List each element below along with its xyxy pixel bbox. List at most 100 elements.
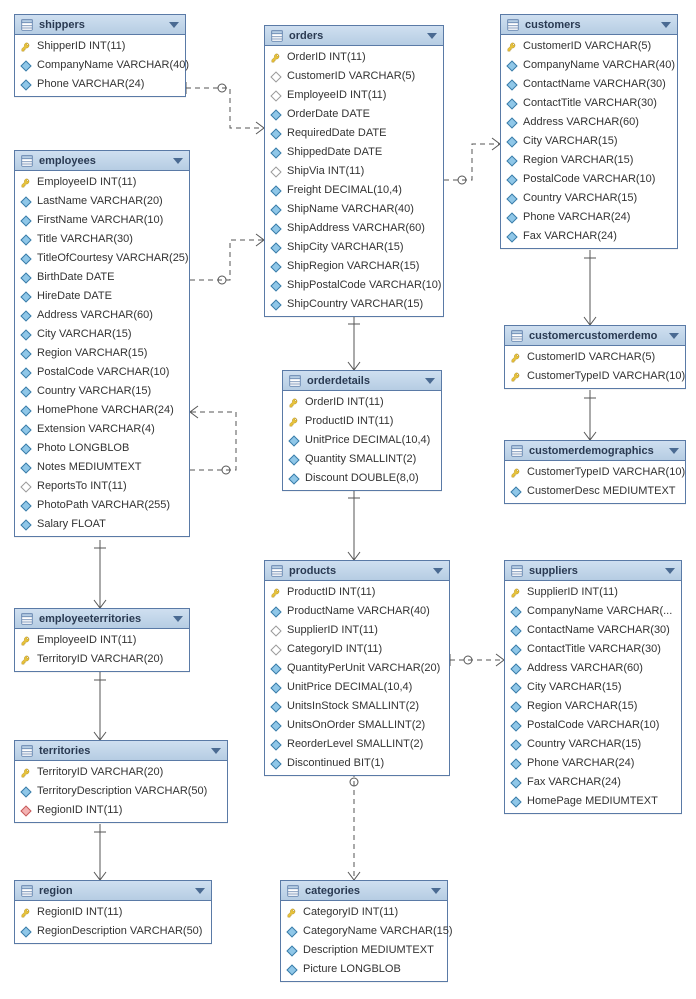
table-header[interactable]: suppliers bbox=[505, 561, 681, 581]
column-row[interactable]: ReorderLevel SMALLINT(2) bbox=[265, 735, 449, 754]
chevron-down-icon[interactable] bbox=[661, 22, 671, 28]
chevron-down-icon[interactable] bbox=[195, 888, 205, 894]
column-row[interactable]: ShippedDate DATE bbox=[265, 143, 443, 162]
column-row[interactable]: CategoryID INT(11) bbox=[281, 903, 447, 922]
column-row[interactable]: PostalCode VARCHAR(10) bbox=[501, 170, 677, 189]
table-header[interactable]: employees bbox=[15, 151, 189, 171]
column-row[interactable]: City VARCHAR(15) bbox=[501, 132, 677, 151]
column-row[interactable]: UnitPrice DECIMAL(10,4) bbox=[265, 678, 449, 697]
table-header[interactable]: region bbox=[15, 881, 211, 901]
table-orderdetails[interactable]: orderdetailsOrderID INT(11)ProductID INT… bbox=[282, 370, 442, 491]
chevron-down-icon[interactable] bbox=[425, 378, 435, 384]
column-row[interactable]: Extension VARCHAR(4) bbox=[15, 420, 189, 439]
table-suppliers[interactable]: suppliers SupplierID INT(11)CompanyName V… bbox=[504, 560, 682, 814]
column-row[interactable]: HomePhone VARCHAR(24) bbox=[15, 401, 189, 420]
column-row[interactable]: CategoryID INT(11) bbox=[265, 640, 449, 659]
column-row[interactable]: SupplierID INT(11) bbox=[505, 583, 681, 602]
column-row[interactable]: TerritoryDescription VARCHAR(50) bbox=[15, 782, 227, 801]
column-row[interactable]: PostalCode VARCHAR(10) bbox=[15, 363, 189, 382]
column-row[interactable]: ShipCity VARCHAR(15) bbox=[265, 238, 443, 257]
column-row[interactable]: Quantity SMALLINT(2) bbox=[283, 450, 441, 469]
column-row[interactable]: Fax VARCHAR(24) bbox=[505, 773, 681, 792]
column-row[interactable]: ShipRegion VARCHAR(15) bbox=[265, 257, 443, 276]
column-row[interactable]: Discontinued BIT(1) bbox=[265, 754, 449, 773]
column-row[interactable]: TerritoryID VARCHAR(20) bbox=[15, 763, 227, 782]
column-row[interactable]: Country VARCHAR(15) bbox=[505, 735, 681, 754]
column-row[interactable]: CategoryName VARCHAR(15) bbox=[281, 922, 447, 941]
column-row[interactable]: ShipCountry VARCHAR(15) bbox=[265, 295, 443, 314]
column-row[interactable]: Address VARCHAR(60) bbox=[505, 659, 681, 678]
column-row[interactable]: Address VARCHAR(60) bbox=[15, 306, 189, 325]
table-categories[interactable]: categories CategoryID INT(11)CategoryName… bbox=[280, 880, 448, 982]
column-row[interactable]: UnitsOnOrder SMALLINT(2) bbox=[265, 716, 449, 735]
column-row[interactable]: UnitPrice DECIMAL(10,4) bbox=[283, 431, 441, 450]
column-row[interactable]: Picture LONGBLOB bbox=[281, 960, 447, 979]
column-row[interactable]: RegionID INT(11) bbox=[15, 903, 211, 922]
table-header[interactable]: territories bbox=[15, 741, 227, 761]
column-row[interactable]: CompanyName VARCHAR(40) bbox=[501, 56, 677, 75]
chevron-down-icon[interactable] bbox=[427, 33, 437, 39]
chevron-down-icon[interactable] bbox=[669, 333, 679, 339]
column-row[interactable]: ShipPostalCode VARCHAR(10) bbox=[265, 276, 443, 295]
column-row[interactable]: ShipAddress VARCHAR(60) bbox=[265, 219, 443, 238]
table-header[interactable]: categories bbox=[281, 881, 447, 901]
table-region[interactable]: region RegionID INT(11)RegionDescription … bbox=[14, 880, 212, 944]
column-row[interactable]: SupplierID INT(11) bbox=[265, 621, 449, 640]
column-row[interactable]: PostalCode VARCHAR(10) bbox=[505, 716, 681, 735]
column-row[interactable]: Freight DECIMAL(10,4) bbox=[265, 181, 443, 200]
column-row[interactable]: ContactTitle VARCHAR(30) bbox=[505, 640, 681, 659]
column-row[interactable]: Phone VARCHAR(24) bbox=[501, 208, 677, 227]
column-row[interactable]: City VARCHAR(15) bbox=[505, 678, 681, 697]
column-row[interactable]: ShipName VARCHAR(40) bbox=[265, 200, 443, 219]
column-row[interactable]: Region VARCHAR(15) bbox=[505, 697, 681, 716]
column-row[interactable]: Region VARCHAR(15) bbox=[501, 151, 677, 170]
column-row[interactable]: Country VARCHAR(15) bbox=[15, 382, 189, 401]
table-customers[interactable]: customers CustomerID VARCHAR(5)CompanyNam… bbox=[500, 14, 678, 249]
chevron-down-icon[interactable] bbox=[173, 158, 183, 164]
column-row[interactable]: Title VARCHAR(30) bbox=[15, 230, 189, 249]
column-row[interactable]: RegionID INT(11) bbox=[15, 801, 227, 820]
column-row[interactable]: ProductID INT(11) bbox=[283, 412, 441, 431]
table-header[interactable]: products bbox=[265, 561, 449, 581]
column-row[interactable]: FirstName VARCHAR(10) bbox=[15, 211, 189, 230]
column-row[interactable]: ShipperID INT(11) bbox=[15, 37, 185, 56]
column-row[interactable]: CustomerID VARCHAR(5) bbox=[265, 67, 443, 86]
column-row[interactable]: CompanyName VARCHAR(... bbox=[505, 602, 681, 621]
column-row[interactable]: HomePage MEDIUMTEXT bbox=[505, 792, 681, 811]
chevron-down-icon[interactable] bbox=[431, 888, 441, 894]
column-row[interactable]: EmployeeID INT(11) bbox=[265, 86, 443, 105]
column-row[interactable]: RegionDescription VARCHAR(50) bbox=[15, 922, 211, 941]
column-row[interactable]: ContactTitle VARCHAR(30) bbox=[501, 94, 677, 113]
column-row[interactable]: Address VARCHAR(60) bbox=[501, 113, 677, 132]
column-row[interactable]: Salary FLOAT bbox=[15, 515, 189, 534]
chevron-down-icon[interactable] bbox=[211, 748, 221, 754]
column-row[interactable]: CustomerTypeID VARCHAR(10) bbox=[505, 463, 685, 482]
table-customerdemographics[interactable]: customerdemographicsCustomerTypeID VARCH… bbox=[504, 440, 686, 504]
table-products[interactable]: productsProductID INT(11)ProductName VAR… bbox=[264, 560, 450, 776]
column-row[interactable]: BirthDate DATE bbox=[15, 268, 189, 287]
column-row[interactable]: ReportsTo INT(11) bbox=[15, 477, 189, 496]
table-shippers[interactable]: shippersShipperID INT(11)CompanyName VAR… bbox=[14, 14, 186, 97]
column-row[interactable]: Country VARCHAR(15) bbox=[501, 189, 677, 208]
column-row[interactable]: Phone VARCHAR(24) bbox=[15, 75, 185, 94]
chevron-down-icon[interactable] bbox=[665, 568, 675, 574]
column-row[interactable]: CustomerID VARCHAR(5) bbox=[501, 37, 677, 56]
column-row[interactable]: ProductName VARCHAR(40) bbox=[265, 602, 449, 621]
table-employees[interactable]: employeesEmployeeID INT(11)LastName VARC… bbox=[14, 150, 190, 537]
chevron-down-icon[interactable] bbox=[433, 568, 443, 574]
column-row[interactable]: HireDate DATE bbox=[15, 287, 189, 306]
column-row[interactable]: ContactName VARCHAR(30) bbox=[501, 75, 677, 94]
column-row[interactable]: Photo LONGBLOB bbox=[15, 439, 189, 458]
table-territories[interactable]: territories TerritoryID VARCHAR(20)Territ… bbox=[14, 740, 228, 823]
column-row[interactable]: Notes MEDIUMTEXT bbox=[15, 458, 189, 477]
table-header[interactable]: shippers bbox=[15, 15, 185, 35]
column-row[interactable]: TitleOfCourtesy VARCHAR(25) bbox=[15, 249, 189, 268]
column-row[interactable]: OrderID INT(11) bbox=[265, 48, 443, 67]
column-row[interactable]: CustomerDesc MEDIUMTEXT bbox=[505, 482, 685, 501]
chevron-down-icon[interactable] bbox=[669, 448, 679, 454]
table-header[interactable]: orders bbox=[265, 26, 443, 46]
column-row[interactable]: Description MEDIUMTEXT bbox=[281, 941, 447, 960]
chevron-down-icon[interactable] bbox=[173, 616, 183, 622]
table-header[interactable]: customers bbox=[501, 15, 677, 35]
column-row[interactable]: QuantityPerUnit VARCHAR(20) bbox=[265, 659, 449, 678]
